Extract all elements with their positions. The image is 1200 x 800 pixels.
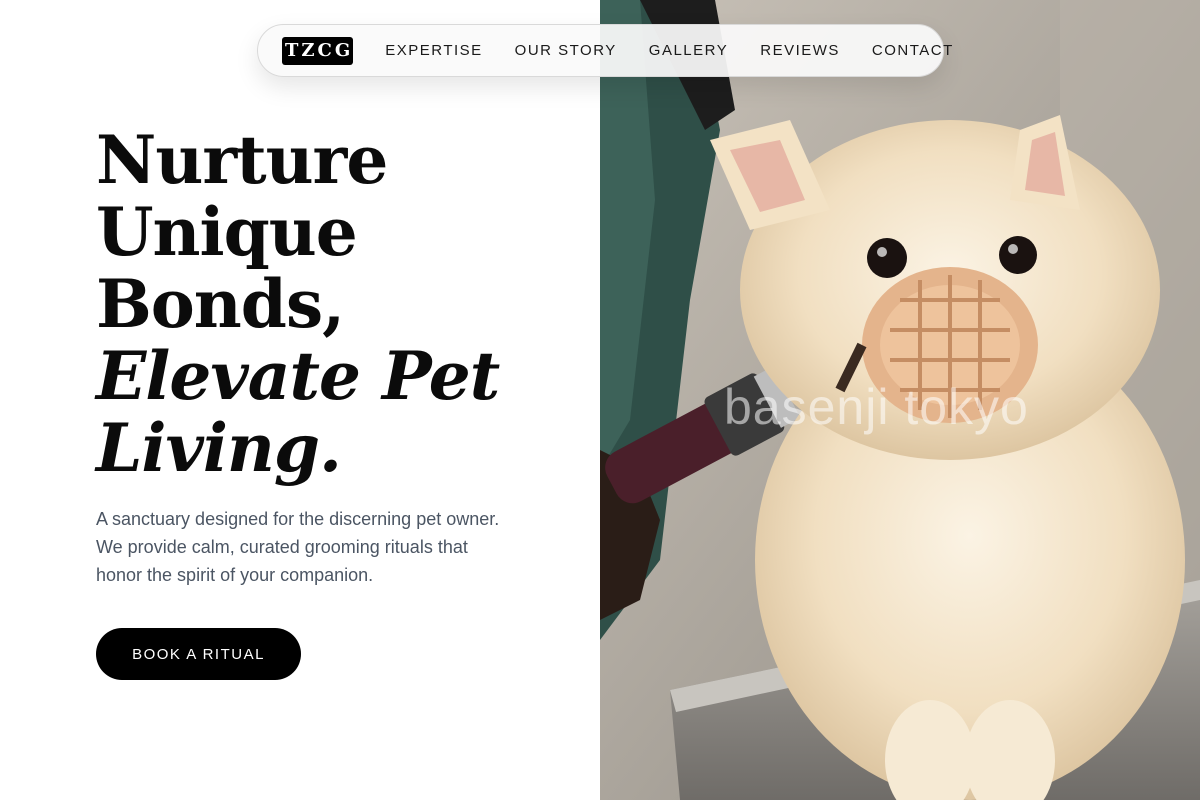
brand-logo[interactable]: TZCG [282,36,354,65]
headline-italic-line: Elevate Pet [96,337,500,415]
photo-watermark: basenji tokyo [724,379,1029,435]
nav-link-gallery[interactable]: GALLERY [649,42,728,59]
headline-line: Nurture [96,121,388,199]
nav-link-reviews[interactable]: REVIEWS [760,42,840,59]
headline-italic-line: Living. [96,409,342,487]
nav-link-expertise[interactable]: EXPERTISE [385,42,482,59]
headline-line: Unique [96,193,358,271]
nav-link-our-story[interactable]: OUR STORY [515,42,617,59]
book-ritual-button[interactable]: BOOK A RITUAL [96,628,301,680]
hero-photo: basenji tokyo [600,0,1200,800]
headline-line: Bonds, [96,265,345,343]
hero-headline: Nurture Unique Bonds, Elevate Pet Living… [96,121,500,487]
hero-description: A sanctuary designed for the discerning … [96,509,500,585]
nav-link-contact[interactable]: CONTACT [872,42,954,59]
top-navigation: TZCG EXPERTISE OUR STORY GALLERY REVIEWS… [257,24,952,77]
